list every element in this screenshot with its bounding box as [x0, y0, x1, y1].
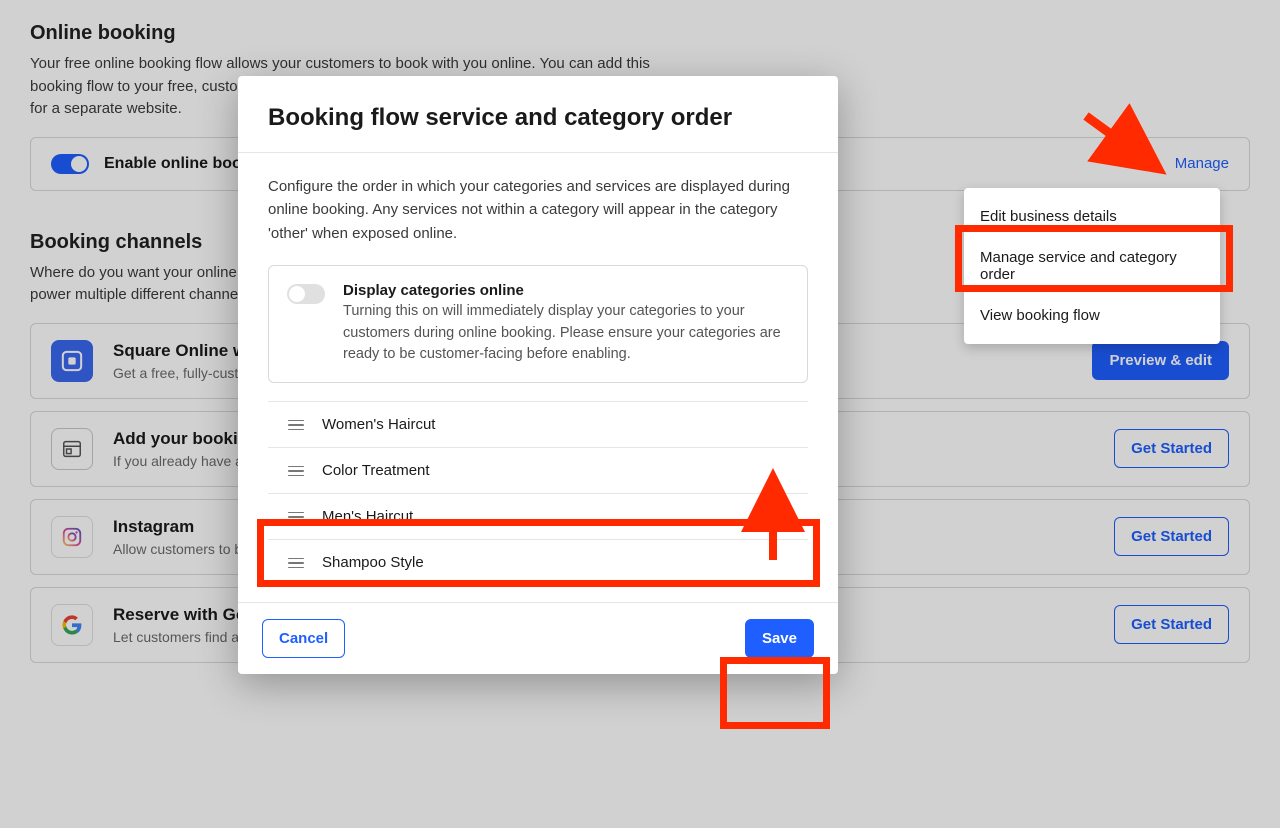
toggle-display-categories[interactable]: [287, 284, 325, 304]
manage-link[interactable]: Manage: [1175, 155, 1229, 172]
annotation-arrow-up: [758, 470, 788, 569]
channel-action-button[interactable]: Get Started: [1114, 429, 1229, 468]
modal-title: Booking flow service and category order: [238, 76, 838, 153]
service-name: Color Treatment: [322, 462, 430, 479]
widget-icon: [51, 428, 93, 470]
annotation-box-mens-haircut: [257, 519, 820, 587]
annotation-box-save: [720, 657, 830, 729]
display-categories-desc: Turning this on will immediately display…: [343, 301, 789, 366]
dropdown-item-view-booking-flow[interactable]: View booking flow: [964, 295, 1220, 336]
display-categories-title: Display categories online: [343, 282, 789, 299]
save-button[interactable]: Save: [745, 619, 814, 658]
toggle-enable-online-booking[interactable]: [51, 154, 89, 174]
cancel-button[interactable]: Cancel: [262, 619, 345, 658]
service-row[interactable]: Women's Haircut: [268, 401, 808, 447]
drag-handle-icon[interactable]: [288, 420, 304, 430]
channel-action-button[interactable]: Preview & edit: [1092, 341, 1229, 380]
square-logo-icon: [51, 340, 93, 382]
annotation-arrow-manage: [1080, 110, 1170, 184]
google-icon: [51, 604, 93, 646]
section-heading-online-booking: Online booking: [30, 22, 1250, 45]
channel-action-button[interactable]: Get Started: [1114, 605, 1229, 644]
drag-handle-icon[interactable]: [288, 466, 304, 476]
display-categories-card: Display categories online Turning this o…: [268, 265, 808, 383]
service-row[interactable]: Color Treatment: [268, 447, 808, 493]
channel-action-button[interactable]: Get Started: [1114, 517, 1229, 556]
service-name: Women's Haircut: [322, 416, 435, 433]
modal-description: Configure the order in which your catego…: [268, 175, 808, 245]
annotation-box-dropdown-item: [955, 225, 1233, 292]
instagram-icon: [51, 516, 93, 558]
